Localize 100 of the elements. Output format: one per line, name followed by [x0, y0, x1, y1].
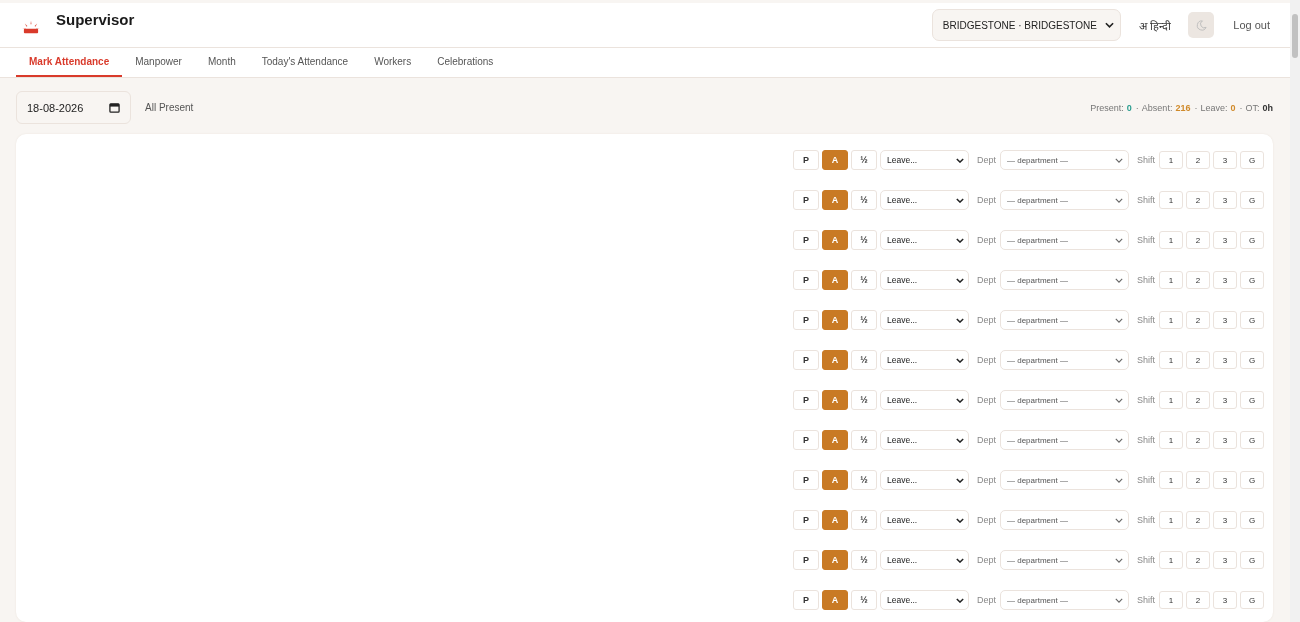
company-select[interactable]: BRIDGESTONE · BRIDGESTONE — [931, 9, 1121, 41]
leave-select[interactable]: Leave... — [879, 590, 969, 610]
status-button[interactable]: P — [792, 430, 819, 450]
shift-button[interactable]: 2 — [1186, 151, 1210, 169]
shift-button[interactable]: G — [1240, 311, 1264, 329]
shift-button[interactable]: 1 — [1159, 551, 1183, 569]
status-button[interactable]: P — [792, 190, 819, 210]
shift-button[interactable]: G — [1240, 391, 1264, 409]
shift-button[interactable]: 3 — [1213, 591, 1237, 609]
status-button[interactable]: ½ — [850, 350, 877, 370]
shift-button[interactable]: 2 — [1186, 191, 1210, 209]
department-select[interactable]: — department — — [1000, 390, 1129, 410]
logout-link[interactable]: Log out — [1233, 19, 1270, 31]
shift-button[interactable]: G — [1240, 151, 1264, 169]
status-button[interactable]: ½ — [850, 230, 877, 250]
leave-select[interactable]: Leave... — [879, 310, 969, 330]
shift-button[interactable]: 3 — [1213, 471, 1237, 489]
status-button[interactable]: ½ — [850, 430, 877, 450]
status-button[interactable]: ½ — [850, 270, 877, 290]
status-button[interactable]: P — [792, 390, 819, 410]
shift-button[interactable]: 3 — [1213, 391, 1237, 409]
department-select[interactable]: — department — — [1000, 190, 1129, 210]
shift-button[interactable]: 3 — [1213, 271, 1237, 289]
shift-button[interactable]: 1 — [1159, 391, 1183, 409]
all-present-button[interactable]: All Present — [145, 102, 194, 113]
department-select[interactable]: — department — — [1000, 510, 1129, 530]
leave-select[interactable]: Leave... — [879, 190, 969, 210]
theme-toggle-button[interactable] — [1188, 12, 1215, 38]
shift-button[interactable]: 1 — [1159, 151, 1183, 169]
status-button[interactable]: P — [792, 550, 819, 570]
department-select[interactable]: — department — — [1000, 430, 1129, 450]
shift-button[interactable]: G — [1240, 471, 1264, 489]
tab[interactable]: Today's Attendance — [248, 48, 362, 77]
shift-button[interactable]: 3 — [1213, 551, 1237, 569]
shift-button[interactable]: 2 — [1186, 471, 1210, 489]
shift-button[interactable]: 2 — [1186, 591, 1210, 609]
leave-select[interactable]: Leave... — [879, 550, 969, 570]
shift-button[interactable]: 1 — [1159, 471, 1183, 489]
department-select[interactable]: — department — — [1000, 470, 1129, 490]
shift-button[interactable]: G — [1240, 231, 1264, 249]
status-button[interactable]: P — [792, 350, 819, 370]
leave-select[interactable]: Leave... — [879, 510, 969, 530]
tab[interactable]: Manpower — [122, 48, 195, 77]
shift-button[interactable]: 2 — [1186, 391, 1210, 409]
shift-button[interactable]: 2 — [1186, 231, 1210, 249]
leave-select[interactable]: Leave... — [879, 390, 969, 410]
shift-button[interactable]: 3 — [1213, 151, 1237, 169]
status-button[interactable]: ½ — [850, 510, 877, 530]
status-button[interactable]: P — [792, 590, 819, 610]
shift-button[interactable]: 3 — [1213, 351, 1237, 369]
status-button[interactable]: ½ — [850, 310, 877, 330]
leave-select[interactable]: Leave... — [879, 470, 969, 490]
tab[interactable]: Workers — [361, 48, 425, 77]
shift-button[interactable]: 1 — [1159, 191, 1183, 209]
tab[interactable]: Mark Attendance — [16, 48, 123, 77]
leave-select[interactable]: Leave... — [879, 270, 969, 290]
department-select[interactable]: — department — — [1000, 550, 1129, 570]
department-select[interactable]: — department — — [1000, 590, 1129, 610]
status-button[interactable]: ½ — [850, 150, 877, 170]
status-button[interactable]: P — [792, 510, 819, 530]
shift-button[interactable]: 3 — [1213, 191, 1237, 209]
shift-button[interactable]: G — [1240, 431, 1264, 449]
shift-button[interactable]: 1 — [1159, 231, 1183, 249]
shift-button[interactable]: G — [1240, 351, 1264, 369]
date-field[interactable]: 18-08-2026 — [16, 91, 131, 124]
shift-button[interactable]: 3 — [1213, 231, 1237, 249]
leave-select[interactable]: Leave... — [879, 150, 969, 170]
status-button[interactable]: P — [792, 310, 819, 330]
department-select[interactable]: — department — — [1000, 230, 1129, 250]
tab[interactable]: Month — [194, 48, 249, 77]
department-select[interactable]: — department — — [1000, 150, 1129, 170]
status-button[interactable]: ½ — [850, 470, 877, 490]
status-button[interactable]: ½ — [850, 550, 877, 570]
leave-select[interactable]: Leave... — [879, 230, 969, 250]
shift-button[interactable]: 2 — [1186, 271, 1210, 289]
shift-button[interactable]: 1 — [1159, 271, 1183, 289]
language-button[interactable]: अ हिन्दी — [1138, 17, 1172, 33]
shift-button[interactable]: 2 — [1186, 431, 1210, 449]
shift-button[interactable]: 2 — [1186, 351, 1210, 369]
shift-button[interactable]: 3 — [1213, 431, 1237, 449]
department-select[interactable]: — department — — [1000, 270, 1129, 290]
status-button[interactable]: P — [792, 470, 819, 490]
shift-button[interactable]: G — [1240, 271, 1264, 289]
shift-button[interactable]: G — [1240, 591, 1264, 609]
status-button[interactable]: ½ — [850, 390, 877, 410]
shift-button[interactable]: 1 — [1159, 431, 1183, 449]
status-button[interactable]: P — [792, 230, 819, 250]
shift-button[interactable]: 1 — [1159, 591, 1183, 609]
tab[interactable]: Celebrations — [424, 48, 507, 77]
shift-button[interactable]: G — [1240, 551, 1264, 569]
status-button[interactable]: ½ — [850, 590, 877, 610]
shift-button[interactable]: 2 — [1186, 551, 1210, 569]
leave-select[interactable]: Leave... — [879, 430, 969, 450]
leave-select[interactable]: Leave... — [879, 350, 969, 370]
status-button[interactable]: ½ — [850, 190, 877, 210]
shift-button[interactable]: 1 — [1159, 511, 1183, 529]
department-select[interactable]: — department — — [1000, 310, 1129, 330]
shift-button[interactable]: 3 — [1213, 511, 1237, 529]
shift-button[interactable]: 2 — [1186, 511, 1210, 529]
status-button[interactable]: P — [792, 150, 819, 170]
